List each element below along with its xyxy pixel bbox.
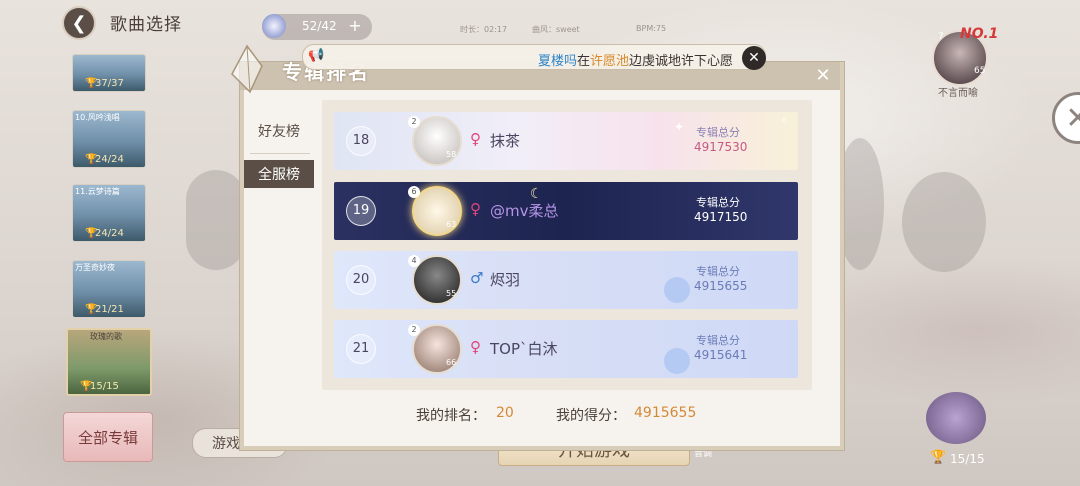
user-avatar-number: 66 <box>446 358 457 367</box>
song-name: 玫瑰的歌 <box>90 332 122 341</box>
ranking-row[interactable]: 19 6 63 ♀ @mv柔总 专辑总分 4917150 ☾ <box>334 182 798 240</box>
balloon-icon <box>664 348 690 374</box>
user-level: 2 <box>408 116 420 128</box>
stamina-count: 52/42 <box>302 19 337 33</box>
ranking-row[interactable]: 18 2 58 ♀ 抹茶 专辑总分 4917530 ✦ ✧ <box>334 112 798 170</box>
sparkle-icon: ✧ <box>780 116 789 127</box>
crystal-icon <box>231 44 263 94</box>
tab-divider <box>250 153 310 154</box>
album-disc-left <box>186 170 246 270</box>
song-card[interactable]: 11.云梦诗篇 🏆 24/24 <box>72 184 146 242</box>
all-albums-button[interactable]: 全部专辑 <box>63 412 153 462</box>
trophy-icon: 🏆 <box>930 450 947 465</box>
user-name: @mv柔总 <box>490 202 559 220</box>
player-name: 不言而喻 <box>938 88 978 99</box>
rank-number: 18 <box>346 126 376 156</box>
add-stamina-button[interactable]: + <box>346 17 364 35</box>
song-progress: 24/24 <box>95 228 124 239</box>
my-rank: 20 <box>496 405 514 421</box>
song-progress: 24/24 <box>95 154 124 165</box>
reward-progress: 15/15 <box>950 452 985 466</box>
song-card[interactable]: 10.风吟浅唱 🏆 24/24 <box>72 110 146 168</box>
song-progress: 15/15 <box>90 381 119 392</box>
notice-part: 在 <box>577 54 591 69</box>
my-score: 4915655 <box>634 405 697 421</box>
album-score-label: 专辑总分 <box>696 196 740 209</box>
song-progress: 37/37 <box>95 78 124 89</box>
user-level: 4 <box>408 255 420 267</box>
female-icon: ♀ <box>470 130 481 148</box>
player-level-2: 65 <box>974 66 986 76</box>
user-avatar-number: 63 <box>446 220 457 229</box>
player-rank-badge: NO.1 <box>960 26 999 42</box>
moon-icon: ☾ <box>530 186 543 202</box>
album-score-label: 专辑总分 <box>696 126 740 139</box>
song-name: 万圣奇妙夜 <box>75 263 115 272</box>
male-icon: ♂ <box>470 269 484 287</box>
notice-place: 许愿池 <box>590 54 630 69</box>
album-score: 4917530 <box>694 140 748 154</box>
megaphone-icon: 📢 <box>308 48 325 63</box>
song-genre: 曲风：sweet <box>532 25 580 34</box>
song-bpm: BPM:75 <box>636 24 667 33</box>
ranking-row[interactable]: 20 4 55 ♂ 烬羽 专辑总分 4915655 <box>334 251 798 309</box>
user-name: 抹茶 <box>490 132 521 150</box>
album-disc-right-2 <box>902 172 986 272</box>
user-level: 2 <box>408 324 420 336</box>
user-name: TOP`白沐 <box>490 340 558 358</box>
album-score: 4915655 <box>694 279 748 293</box>
song-card[interactable]: 万圣奇妙夜 🏆 21/21 <box>72 260 146 318</box>
player-level: 7 <box>938 32 944 42</box>
rank-number: 21 <box>346 334 376 364</box>
my-rank-label: 我的排名： <box>416 408 486 424</box>
notice-text: 夏楼吗在许愿池边虔诚地许下心愿 <box>538 50 733 69</box>
balloon-icon <box>664 277 690 303</box>
album-score: 4915641 <box>694 348 748 362</box>
back-arrow-icon: ❮ <box>71 12 87 34</box>
rank-number: 20 <box>346 265 376 295</box>
energy-icon <box>262 14 286 38</box>
modal-close-icon[interactable]: ✕ <box>813 66 833 86</box>
ranking-row[interactable]: 21 2 66 ♀ TOP`白沐 专辑总分 4915641 <box>334 320 798 378</box>
sparkle-icon: ✦ <box>674 120 685 134</box>
female-icon: ♀ <box>470 200 481 218</box>
notice-close-icon[interactable]: ✕ <box>742 46 766 70</box>
album-score: 4917150 <box>694 210 748 224</box>
user-avatar-number: 55 <box>446 289 457 298</box>
page-title: 歌曲选择 <box>110 15 182 35</box>
rank-number: 19 <box>346 196 376 226</box>
my-score-label: 我的得分： <box>556 408 626 424</box>
tab-friends[interactable]: 好友榜 <box>244 117 314 145</box>
notice-user: 夏楼吗 <box>538 54 578 69</box>
song-name: 11.云梦诗篇 <box>75 187 120 196</box>
female-icon: ♀ <box>470 338 481 356</box>
song-name: 10.风吟浅唱 <box>75 113 120 122</box>
song-progress: 21/21 <box>95 304 124 315</box>
back-button[interactable]: ❮ <box>62 6 96 40</box>
song-duration: 时长：02:17 <box>460 25 508 34</box>
album-score-label: 专辑总分 <box>696 334 740 347</box>
tab-global[interactable]: 全服榜 <box>244 160 314 188</box>
song-card-selected[interactable]: 玫瑰的歌 🏆 15/15 <box>66 328 152 396</box>
album-score-label: 专辑总分 <box>696 265 740 278</box>
treasure-chest-icon[interactable] <box>926 392 986 444</box>
song-card[interactable]: 🏆 37/37 <box>72 54 146 92</box>
user-avatar-number: 58 <box>446 150 457 159</box>
user-name: 烬羽 <box>490 271 521 289</box>
notice-part: 边虔诚地许下心愿 <box>629 54 734 69</box>
user-level: 6 <box>408 186 420 198</box>
